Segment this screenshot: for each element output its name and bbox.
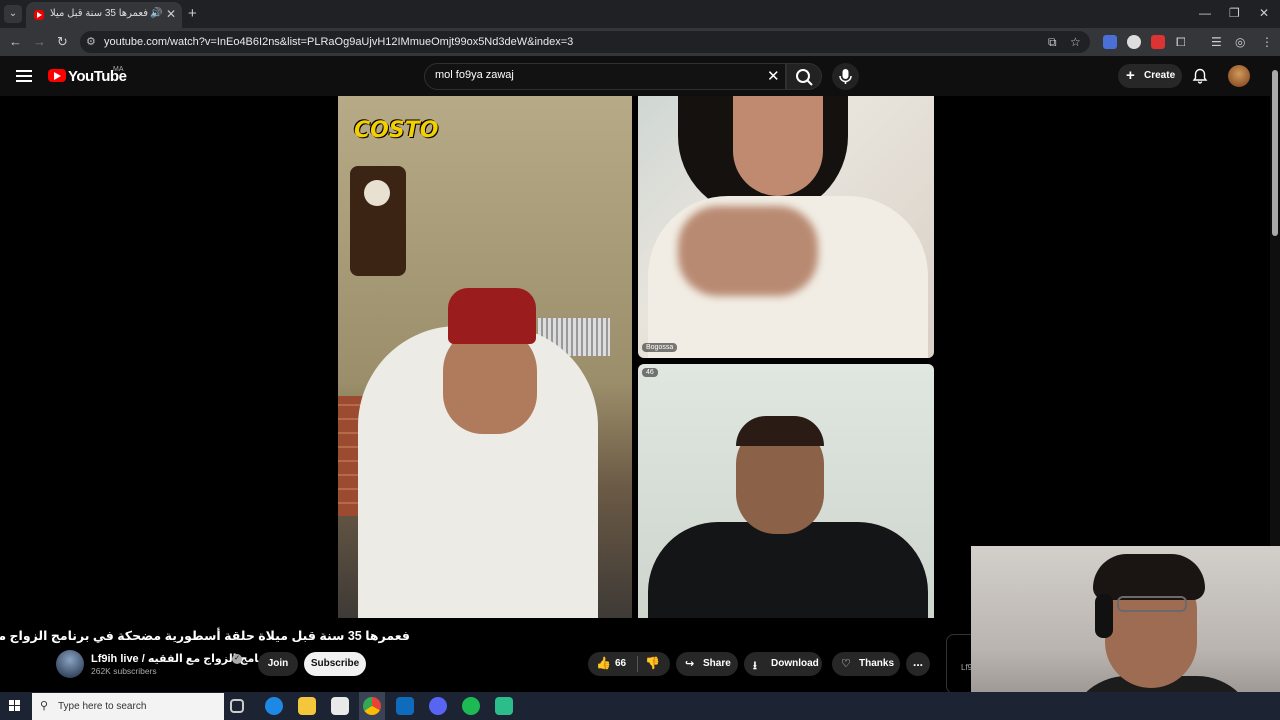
url-text: youtube.com/watch?v=InEo4B6I2ns&list=PLR…: [104, 36, 574, 48]
thanks-heart-icon: ♡: [841, 658, 851, 670]
taskbar-search[interactable]: ⚲ Type here to search: [32, 693, 224, 720]
guide-menu-icon[interactable]: [16, 70, 32, 82]
chrome-browser-icon[interactable]: [363, 697, 381, 715]
taskbar-search-placeholder: Type here to search: [58, 701, 147, 712]
participant-name-label: Bogossa: [642, 343, 678, 352]
new-tab-button[interactable]: +: [188, 5, 197, 22]
join-button[interactable]: Join: [258, 652, 298, 676]
tab-title: فعمرها 35 سنة قبل ميلاد حلة...: [50, 8, 148, 19]
thanks-label: Thanks: [859, 658, 895, 669]
windows-taskbar: ⚲ Type here to search: [0, 692, 1280, 720]
video-feed-participant-top: Bogossa: [638, 96, 934, 358]
voice-search-button[interactable]: [832, 63, 859, 90]
costo-overlay-logo: COSTO: [354, 118, 439, 143]
translate-extension-icon[interactable]: [1103, 35, 1117, 49]
like-dislike-bar: 👍 66 👎: [588, 652, 670, 676]
search-icon: [796, 69, 813, 86]
restore-icon[interactable]: ❐: [1229, 6, 1240, 20]
account-avatar[interactable]: [1228, 65, 1250, 87]
profile-icon[interactable]: ◎: [1235, 35, 1245, 49]
extension-icon[interactable]: [1127, 35, 1141, 49]
back-icon[interactable]: ←: [9, 34, 22, 49]
thanks-button[interactable]: ♡ Thanks: [832, 652, 900, 676]
streamer-hair-image: [1093, 554, 1205, 600]
participant2-hair-image: [736, 416, 824, 446]
browser-tab-active[interactable]: فعمرها 35 سنة قبل ميلاد حلة... 🔊 ✕: [26, 2, 182, 28]
site-info-icon[interactable]: ⚙: [86, 35, 96, 48]
share-button[interactable]: ↪ Share: [676, 652, 738, 676]
minimize-icon[interactable]: —: [1199, 6, 1211, 20]
bookmark-star-icon[interactable]: ☆: [1070, 35, 1081, 49]
video-title: فعمرها 35 سنة قبل ميلاة حلقة أسطورية مضح…: [0, 629, 410, 643]
spotify-icon[interactable]: [462, 697, 480, 715]
search-button[interactable]: [786, 63, 822, 90]
youtube-header: YouTube MA ✕ + Create: [0, 56, 1280, 96]
subscribe-button[interactable]: Subscribe: [304, 652, 366, 676]
streamer-headphones-image: [1095, 594, 1113, 638]
more-actions-button[interactable]: ...: [906, 652, 930, 676]
download-button[interactable]: ⭳ Download: [744, 652, 822, 676]
video-feed-host: COSTO: [338, 96, 632, 618]
participant2-body-image: [648, 522, 928, 618]
participant-face-image: [733, 96, 823, 196]
verified-check-icon: ✓: [232, 654, 242, 664]
pdf-extension-icon[interactable]: [1151, 35, 1165, 49]
discord-icon[interactable]: [429, 697, 447, 715]
tab-search-button[interactable]: ⌄: [4, 5, 22, 23]
search-box[interactable]: ✕: [424, 63, 786, 90]
search-input[interactable]: [435, 69, 755, 81]
microphone-icon: [839, 69, 852, 84]
microsoft-store-icon[interactable]: [331, 697, 349, 715]
wall-clock-image: [350, 166, 406, 276]
outlook-icon[interactable]: [396, 697, 414, 715]
app-icon[interactable]: [495, 697, 513, 715]
share-label: Share: [703, 658, 731, 669]
like-count: 66: [615, 658, 627, 669]
country-code: MA: [113, 66, 124, 73]
plus-icon: +: [1126, 67, 1135, 84]
participant-hand-image: [678, 206, 818, 296]
browser-tab-bar: ⌄ فعمرها 35 سنة قبل ميلاد حلة... 🔊 ✕ + —…: [0, 0, 1280, 28]
video-player[interactable]: COSTO Bogossa 46: [338, 96, 934, 618]
streamer-glasses-image: [1117, 596, 1187, 612]
extensions-puzzle-icon[interactable]: ⧠: [1176, 35, 1186, 50]
file-explorer-icon[interactable]: [298, 697, 316, 715]
host-fez-image: [448, 288, 536, 344]
download-label: Download: [771, 658, 819, 669]
video-feed-participant-bottom: 46: [638, 364, 934, 618]
edge-browser-icon[interactable]: [265, 697, 283, 715]
like-divider: [637, 656, 638, 672]
taskbar-search-icon: ⚲: [40, 700, 49, 712]
address-bar[interactable]: ⚙ youtube.com/watch?v=InEo4B6I2ns&list=P…: [80, 31, 1090, 53]
cast-icon[interactable]: ⧉: [1048, 35, 1057, 50]
reading-list-icon[interactable]: ☰: [1211, 35, 1222, 49]
channel-avatar[interactable]: [56, 650, 84, 678]
share-arrow-icon: ↪: [685, 658, 695, 670]
channel-name[interactable]: Lf9ih live / برنامج الزواج مع الفقيه: [91, 652, 274, 665]
window-close-icon[interactable]: ✕: [1259, 6, 1269, 20]
task-view-icon[interactable]: [230, 699, 244, 713]
speaker-icon[interactable]: 🔊: [150, 8, 162, 19]
forward-icon[interactable]: →: [33, 34, 46, 49]
browser-toolbar: ← → ↻ ⚙ youtube.com/watch?v=InEo4B6I2ns&…: [0, 28, 1280, 56]
youtube-favicon-icon: [34, 10, 44, 20]
like-thumb-icon[interactable]: 👍: [596, 656, 611, 670]
tab-close-icon[interactable]: ✕: [166, 7, 176, 21]
notifications-bell-icon[interactable]: [1192, 68, 1208, 84]
participant-badge-label: 46: [642, 368, 658, 377]
browser-menu-icon[interactable]: ⋮: [1261, 35, 1273, 49]
windows-start-icon[interactable]: [9, 700, 21, 712]
screen: ⌄ فعمرها 35 سنة قبل ميلاد حلة... 🔊 ✕ + —…: [0, 0, 1280, 720]
create-button[interactable]: + Create: [1118, 64, 1182, 88]
subscriber-count: 262K subscribers: [91, 666, 157, 676]
scrollbar-thumb[interactable]: [1272, 70, 1278, 236]
create-label: Create: [1144, 70, 1176, 81]
download-icon: ⭳: [753, 660, 757, 672]
clear-search-icon[interactable]: ✕: [767, 67, 780, 85]
youtube-logo-icon[interactable]: [48, 69, 66, 82]
dislike-thumb-icon[interactable]: 👎: [645, 656, 660, 670]
reload-icon[interactable]: ↻: [57, 34, 68, 50]
